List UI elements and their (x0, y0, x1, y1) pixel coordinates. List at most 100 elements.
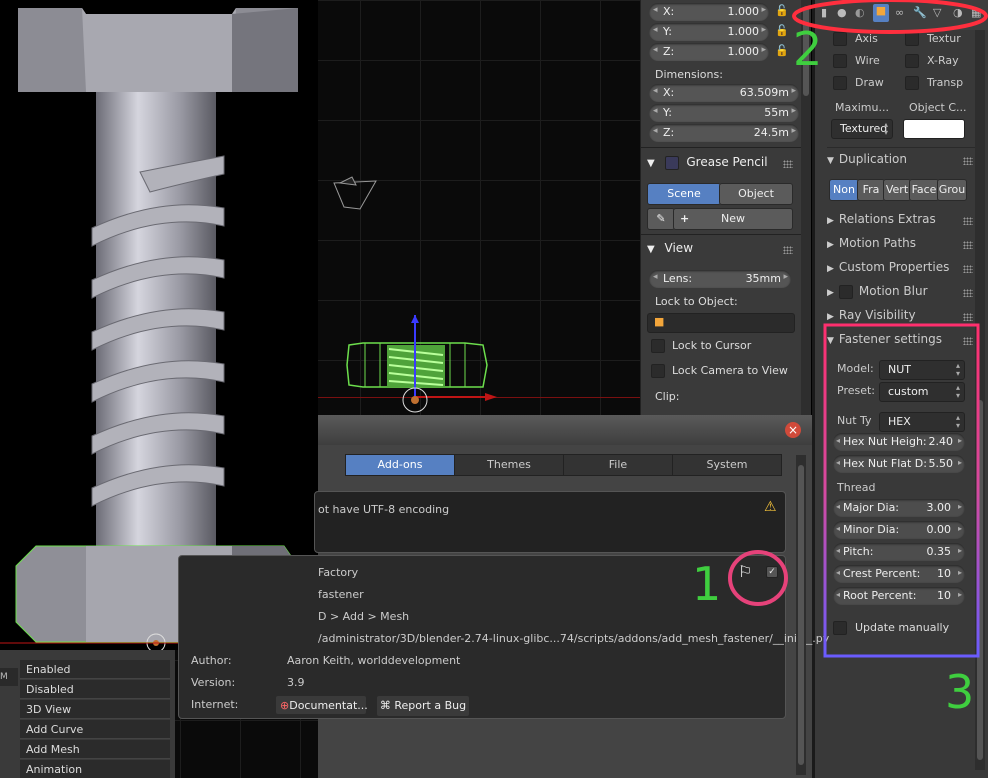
model-select[interactable]: NUT ▴ ▾ (879, 360, 965, 380)
axis-checkbox[interactable] (833, 32, 847, 46)
xray-checkbox[interactable] (905, 54, 919, 68)
nut-type-label: Nut Ty (837, 414, 872, 427)
update-manually-checkbox[interactable] (833, 621, 847, 635)
annotation-number-1: 1 (692, 557, 722, 611)
minor-dia-field[interactable]: ◂ Minor Dia: 0.00 ▸ (833, 521, 965, 539)
dupli-verts-button[interactable]: Vert (883, 179, 911, 201)
category-item[interactable]: Add Curve (20, 720, 170, 739)
close-icon[interactable]: × (785, 422, 801, 438)
root-percent-field[interactable]: ◂ Root Percent: 10 ▸ (833, 587, 965, 605)
preset-select[interactable]: custom ▴ ▾ (879, 382, 965, 402)
axis-label: Axis (855, 32, 878, 45)
dimension-x-field[interactable]: ◂ X: 63.509m ▸ (649, 84, 799, 102)
collapse-triangle-icon: ▼ (647, 244, 655, 255)
documentation-button[interactable]: ⊕Documentat... (275, 695, 368, 715)
category-item[interactable]: Enabled (20, 660, 170, 679)
dimension-y-field[interactable]: ◂ Y: 55m ▸ (649, 104, 799, 122)
wire-label: Wire (855, 54, 880, 67)
tab-addons[interactable]: Add-ons (345, 454, 455, 476)
object-color-swatch[interactable] (903, 119, 965, 139)
scene-icon[interactable]: ● (837, 6, 847, 19)
data-icon[interactable]: ▽ (933, 6, 941, 19)
category-item[interactable]: Disabled (20, 680, 170, 699)
draw-all-edges-checkbox[interactable] (833, 76, 847, 90)
world-icon[interactable]: ◐ (855, 6, 865, 19)
addon-description: fastener (318, 588, 364, 601)
properties-shelf: ◂ X: 1.000 ▸ ◂ Y: 1.000 ▸ ◂ Z: 1.000 ▸ 🔓 🔓 🔓 Dime… (640, 0, 811, 420)
help-icon: ⊕ (280, 699, 290, 712)
object-cube-icon: ■ (654, 315, 665, 328)
addon-enable-icon[interactable]: ⚐ (738, 562, 752, 581)
new-layer-button[interactable]: + New (673, 208, 793, 230)
lock-icon[interactable]: 🔓 (775, 24, 789, 37)
lock-to-cursor-checkbox[interactable] (651, 339, 665, 353)
dupli-group-button[interactable]: Grou (937, 179, 967, 201)
category-item[interactable]: Add Mesh (20, 740, 170, 759)
motion-blur-header[interactable]: ▶ Motion Blur (827, 284, 977, 304)
version-label: Version: (191, 676, 236, 689)
texture-icon[interactable]: ▦ (971, 6, 981, 19)
grease-pencil-header[interactable]: ▼ Grease Pencil (647, 155, 797, 177)
pencil-icon[interactable]: ✎ (647, 208, 675, 230)
warning-box (314, 491, 786, 553)
properties-scrollbar[interactable] (975, 30, 985, 770)
crest-percent-field[interactable]: ◂ Crest Percent: 10 ▸ (833, 565, 965, 583)
lock-icon[interactable]: 🔓 (775, 44, 789, 57)
report-bug-button[interactable]: ⌘ Report a Bug (376, 695, 470, 717)
lock-to-object-label: Lock to Object: (655, 295, 738, 308)
pitch-field[interactable]: ◂ Pitch: 0.35 ▸ (833, 543, 965, 561)
lens-field[interactable]: ◂ Lens: 35mm ▸ (649, 270, 791, 288)
dimension-z-field[interactable]: ◂ Z: 24.5m ▸ (649, 124, 799, 142)
location-z-field[interactable]: ◂ Z: 1.000 ▸ (649, 43, 769, 61)
view-header[interactable]: ▼ View (647, 241, 797, 263)
grease-pencil-checkbox[interactable] (664, 155, 679, 170)
modifiers-icon[interactable]: 🔧 (913, 6, 927, 19)
transparency-checkbox[interactable] (905, 76, 919, 90)
nut-type-select[interactable]: HEX ▴ ▾ (879, 412, 965, 432)
warning-icon: ⚠ (764, 499, 777, 515)
hex-nut-height-field[interactable]: ◂ Hex Nut Heigh: 2.40 ▸ (833, 433, 965, 451)
ray-visibility-header[interactable]: ▶ Ray Visibility (827, 308, 977, 328)
author-value: Aaron Keith, worlddevelopment (287, 654, 461, 667)
category-item[interactable]: 3D View (20, 700, 170, 719)
wire-checkbox[interactable] (833, 54, 847, 68)
relations-extras-header[interactable]: ▶ Relations Extras (827, 212, 977, 232)
drag-handle-icon[interactable] (783, 160, 793, 168)
duplication-header[interactable]: ▼ Duplication (827, 152, 977, 172)
tab-themes[interactable]: Themes (454, 454, 564, 476)
fastener-settings-header[interactable]: ▼ Fastener settings (827, 332, 977, 352)
material-icon[interactable]: ◑ (953, 6, 963, 19)
drag-handle-icon[interactable] (783, 246, 793, 254)
motion-paths-header[interactable]: ▶ Motion Paths (827, 236, 977, 256)
addon-enabled-checkbox[interactable]: ✓ (766, 566, 778, 578)
constraints-icon[interactable]: ∞ (895, 6, 904, 19)
category-item[interactable]: Animation (20, 760, 170, 778)
nut-object-wireframe[interactable] (345, 315, 505, 415)
tab-file[interactable]: File (563, 454, 673, 476)
custom-properties-header[interactable]: ▶ Custom Properties (827, 260, 977, 280)
render-icon[interactable]: ▮ (821, 6, 827, 19)
camera-object[interactable] (330, 175, 380, 215)
tab-system[interactable]: System (672, 454, 782, 476)
location-x-field[interactable]: ◂ X: 1.000 ▸ (649, 3, 769, 21)
texture-space-checkbox[interactable] (905, 32, 919, 46)
lock-icon[interactable]: 🔓 (775, 4, 789, 17)
category-scroll-tab[interactable]: M (0, 668, 18, 686)
lock-camera-checkbox[interactable] (651, 364, 665, 378)
lock-object-field[interactable]: ■ (647, 313, 795, 333)
dupli-none-button[interactable]: Non (829, 179, 859, 201)
major-dia-field[interactable]: ◂ Major Dia: 3.00 ▸ (833, 499, 965, 517)
prefs-scrollbar[interactable] (796, 455, 806, 775)
window-titlebar[interactable] (318, 415, 812, 445)
lock-camera-label: Lock Camera to View (672, 364, 788, 377)
object-icon[interactable]: ■ (873, 4, 889, 22)
tab-object[interactable]: Object (719, 183, 793, 205)
dupli-faces-button[interactable]: Face (909, 179, 939, 201)
user-preferences-window: × Add-ons Add-ons Themes File System ot … (178, 415, 829, 778)
dupli-frames-button[interactable]: Fra (857, 179, 885, 201)
tab-scene[interactable]: Scene (647, 183, 721, 205)
draw-type-select[interactable]: Textured ▴ ▾ (831, 119, 893, 139)
hex-nut-flat-field[interactable]: ◂ Hex Nut Flat D: 5.50 ▸ (833, 455, 965, 473)
location-y-field[interactable]: ◂ Y: 1.000 ▸ (649, 23, 769, 41)
thread-label: Thread (837, 481, 876, 494)
